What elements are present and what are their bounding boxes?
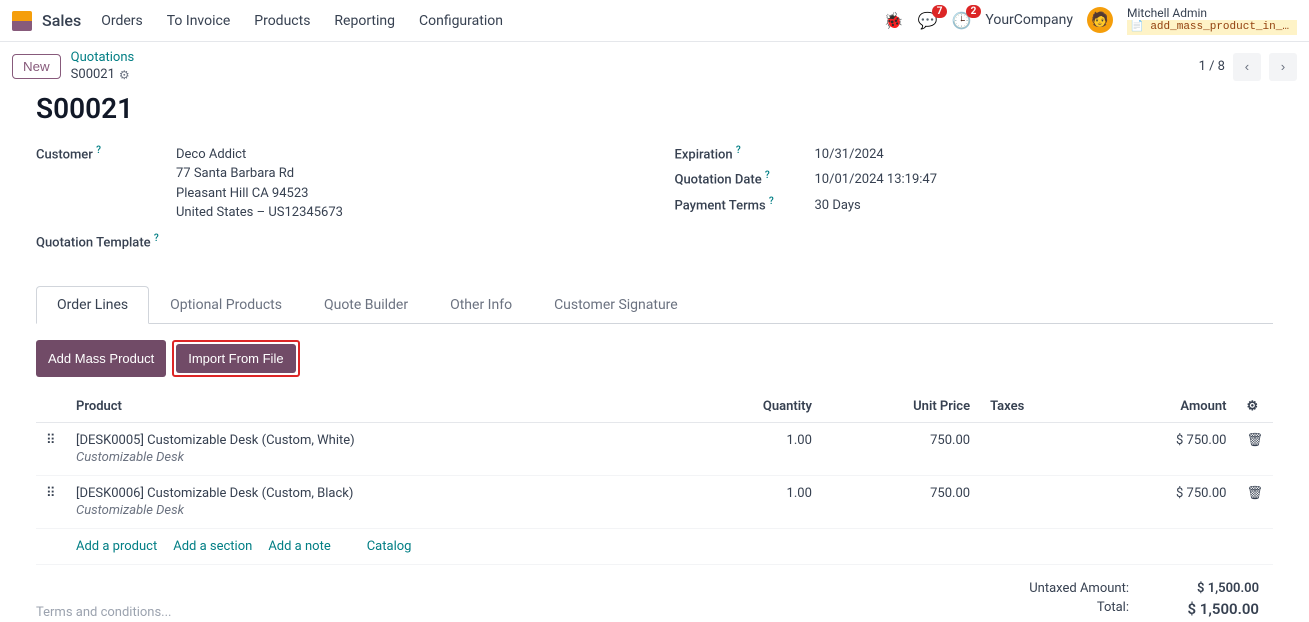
add-product-link[interactable]: Add a product xyxy=(76,539,157,554)
main-menu: Orders To Invoice Products Reporting Con… xyxy=(101,13,503,29)
untaxed-value: $ 1,500.00 xyxy=(1169,581,1259,596)
cell-product[interactable]: [DESK0005] Customizable Desk (Custom, Wh… xyxy=(66,423,680,476)
catalog-link[interactable]: Catalog xyxy=(367,539,412,554)
totals-block: Untaxed Amount: $ 1,500.00 Total: $ 1,50… xyxy=(1029,581,1259,622)
pager-prev-button[interactable]: ‹ xyxy=(1233,53,1261,81)
tab-customer-signature[interactable]: Customer Signature xyxy=(533,286,699,324)
app-logo-icon[interactable] xyxy=(12,11,32,31)
bug-icon[interactable]: 🐞 xyxy=(884,11,904,30)
cell-amount: $ 750.00 xyxy=(1092,423,1237,476)
table-row[interactable]: ⠿ [DESK0006] Customizable Desk (Custom, … xyxy=(36,476,1273,529)
user-avatar-icon[interactable]: 🧑 xyxy=(1087,7,1113,33)
app-name[interactable]: Sales xyxy=(42,11,81,30)
tab-quote-builder[interactable]: Quote Builder xyxy=(303,286,429,324)
cell-unit-price[interactable]: 750.00 xyxy=(822,476,980,529)
col-unit-price[interactable]: Unit Price xyxy=(822,391,980,423)
untaxed-label: Untaxed Amount: xyxy=(1029,581,1129,596)
pager-text[interactable]: 1 / 8 xyxy=(1199,59,1225,74)
company-selector[interactable]: YourCompany xyxy=(985,12,1073,28)
record-title: S00021 xyxy=(36,92,1273,125)
top-navbar: Sales Orders To Invoice Products Reporti… xyxy=(0,0,1309,42)
table-row[interactable]: ⠿ [DESK0005] Customizable Desk (Custom, … xyxy=(36,423,1273,476)
col-settings-icon[interactable]: ⚙ xyxy=(1236,391,1273,423)
menu-reporting[interactable]: Reporting xyxy=(334,13,395,29)
add-mass-product-button[interactable]: Add Mass Product xyxy=(36,340,166,377)
expiration-value[interactable]: 10/31/2024 xyxy=(815,145,1274,165)
total-label: Total: xyxy=(1097,600,1129,618)
tab-order-lines[interactable]: Order Lines xyxy=(36,286,149,324)
help-icon[interactable]: ? xyxy=(736,145,741,156)
add-note-link[interactable]: Add a note xyxy=(268,539,330,554)
user-name: Mitchell Admin xyxy=(1127,6,1297,20)
new-button[interactable]: New xyxy=(12,54,61,79)
col-quantity[interactable]: Quantity xyxy=(680,391,822,423)
tab-other-info[interactable]: Other Info xyxy=(429,286,533,324)
col-taxes[interactable]: Taxes xyxy=(980,391,1091,423)
cell-taxes[interactable] xyxy=(980,423,1091,476)
menu-configuration[interactable]: Configuration xyxy=(419,13,503,29)
drag-handle-icon[interactable]: ⠿ xyxy=(36,423,66,476)
pager-next-button[interactable]: › xyxy=(1269,53,1297,81)
quotation-date-label: Quotation Date ? xyxy=(675,170,815,187)
breadcrumb-parent[interactable]: Quotations xyxy=(71,50,135,67)
help-icon[interactable]: ? xyxy=(765,170,770,181)
add-section-link[interactable]: Add a section xyxy=(173,539,252,554)
delete-row-icon[interactable]: 🗑 xyxy=(1236,423,1273,476)
tab-optional-products[interactable]: Optional Products xyxy=(149,286,303,324)
user-context-script: 📄 add_mass_product_in_sale... xyxy=(1127,20,1297,35)
form-content: S00021 Customer ? Deco Addict 77 Santa B… xyxy=(0,92,1309,622)
highlight-box: Import From File xyxy=(172,340,299,377)
expiration-label: Expiration ? xyxy=(675,145,815,162)
help-icon[interactable]: ? xyxy=(154,233,159,244)
menu-to-invoice[interactable]: To Invoice xyxy=(167,13,231,29)
total-value: $ 1,500.00 xyxy=(1169,600,1259,618)
quotation-date-value[interactable]: 10/01/2024 13:19:47 xyxy=(815,170,1274,190)
messages-icon[interactable]: 💬7 xyxy=(918,11,938,30)
menu-orders[interactable]: Orders xyxy=(101,13,143,29)
col-product[interactable]: Product xyxy=(66,391,680,423)
cell-taxes[interactable] xyxy=(980,476,1091,529)
gear-icon[interactable]: ⚙ xyxy=(119,68,130,84)
col-amount[interactable]: Amount xyxy=(1092,391,1237,423)
payment-terms-label: Payment Terms ? xyxy=(675,196,815,213)
cell-quantity[interactable]: 1.00 xyxy=(680,423,822,476)
cell-product[interactable]: [DESK0006] Customizable Desk (Custom, Bl… xyxy=(66,476,680,529)
customer-label: Customer ? xyxy=(36,145,176,162)
user-menu[interactable]: Mitchell Admin 📄 add_mass_product_in_sal… xyxy=(1127,6,1297,36)
order-lines-table: Product Quantity Unit Price Taxes Amount… xyxy=(36,391,1273,529)
menu-products[interactable]: Products xyxy=(254,13,310,29)
tabs: Order Lines Optional Products Quote Buil… xyxy=(36,286,1273,324)
delete-row-icon[interactable]: 🗑 xyxy=(1236,476,1273,529)
activities-badge: 2 xyxy=(966,5,982,18)
help-icon[interactable]: ? xyxy=(769,196,774,207)
breadcrumb-current: S00021 ⚙ xyxy=(71,67,135,84)
cell-unit-price[interactable]: 750.00 xyxy=(822,423,980,476)
help-icon[interactable]: ? xyxy=(96,145,101,156)
cell-amount: $ 750.00 xyxy=(1092,476,1237,529)
messages-badge: 7 xyxy=(932,5,948,18)
customer-value[interactable]: Deco Addict 77 Santa Barbara Rd Pleasant… xyxy=(176,145,635,223)
breadcrumb-bar: New Quotations S00021 ⚙ 1 / 8 ‹ › xyxy=(0,42,1309,92)
import-from-file-button[interactable]: Import From File xyxy=(176,344,295,373)
activities-icon[interactable]: 🕒2 xyxy=(951,11,971,30)
quotation-template-label: Quotation Template ? xyxy=(36,233,176,250)
payment-terms-value[interactable]: 30 Days xyxy=(815,196,1274,216)
cell-quantity[interactable]: 1.00 xyxy=(680,476,822,529)
drag-handle-icon[interactable]: ⠿ xyxy=(36,476,66,529)
